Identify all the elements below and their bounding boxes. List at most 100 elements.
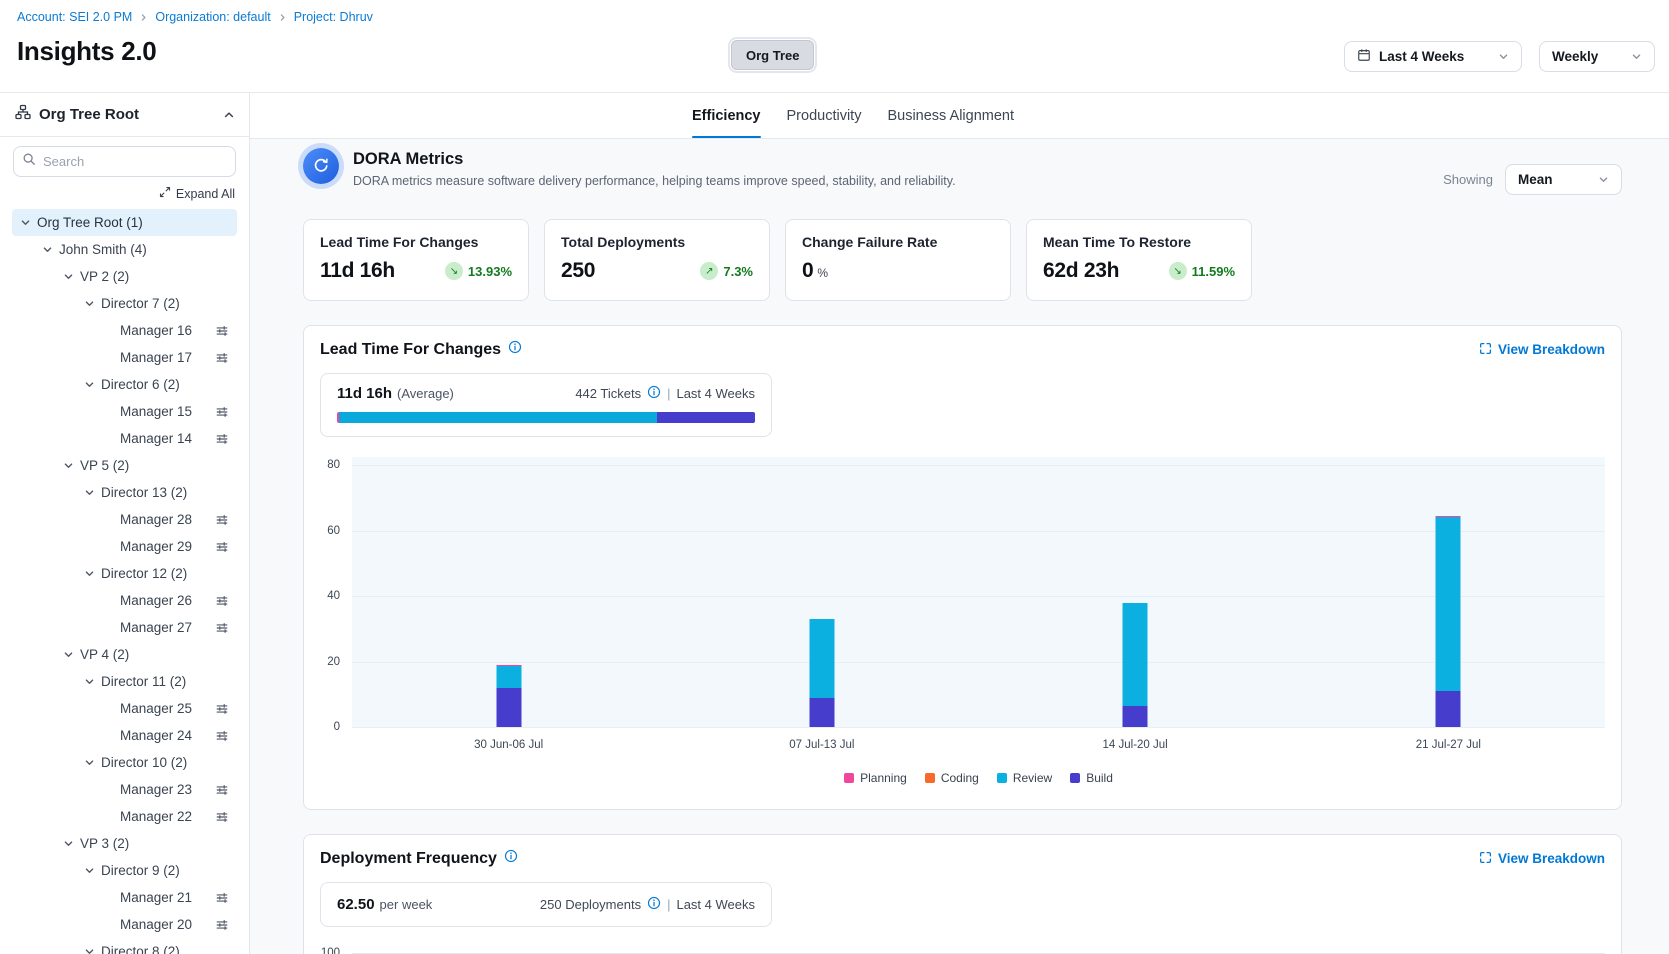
chevron-down-icon[interactable] (84, 568, 95, 579)
sliders-icon[interactable] (215, 918, 229, 932)
info-icon[interactable] (508, 340, 522, 359)
chevron-down-icon[interactable] (20, 217, 31, 228)
chevron-down-icon (1498, 51, 1509, 62)
metric-card-label: Mean Time To Restore (1043, 234, 1235, 250)
collapse-chevron-up-icon[interactable] (223, 109, 235, 121)
tree-item[interactable]: Manager 28 (12, 506, 237, 533)
tree-item[interactable]: Manager 24 (12, 722, 237, 749)
tree-item[interactable]: Manager 14 (12, 425, 237, 452)
expand-all-button[interactable]: Expand All (159, 186, 235, 201)
sliders-icon[interactable] (215, 621, 229, 635)
tree-item[interactable]: Manager 26 (12, 587, 237, 614)
legend-item-build: Build (1070, 771, 1113, 785)
breadcrumb-link[interactable]: Organization: default (155, 10, 270, 24)
tree-item[interactable]: Director 6 (2) (12, 371, 237, 398)
tree-item[interactable]: Manager 27 (12, 614, 237, 641)
legend-swatch (925, 773, 935, 783)
tree-item[interactable]: Manager 22 (12, 803, 237, 830)
tree-item-label: Manager 20 (120, 917, 192, 932)
sliders-icon[interactable] (215, 729, 229, 743)
sliders-icon[interactable] (215, 351, 229, 365)
breadcrumb-link[interactable]: Project: Dhruv (294, 10, 373, 24)
breadcrumb-link[interactable]: Account: SEI 2.0 PM (17, 10, 132, 24)
gridline: 0 (352, 727, 1605, 728)
tree-item[interactable]: VP 3 (2) (12, 830, 237, 857)
chevron-down-icon[interactable] (84, 298, 95, 309)
chevron-down-icon[interactable] (84, 757, 95, 768)
tree-item[interactable]: Director 8 (2) (12, 938, 237, 954)
tree-item[interactable]: VP 5 (2) (12, 452, 237, 479)
chevron-down-icon[interactable] (63, 649, 74, 660)
chevron-down-icon[interactable] (84, 379, 95, 390)
granularity-select[interactable]: Weekly (1539, 41, 1655, 72)
main-panel: Efficiency Productivity Business Alignment… (250, 93, 1669, 954)
sliders-icon[interactable] (215, 405, 229, 419)
deployment-view-breakdown-link[interactable]: View Breakdown (1479, 851, 1605, 867)
trend-badge: ↘13.93% (445, 262, 512, 280)
tree-item[interactable]: Director 10 (2) (12, 749, 237, 776)
tree-item[interactable]: Manager 17 (12, 344, 237, 371)
trend-badge: ↗7.3% (700, 262, 753, 280)
chevron-down-icon[interactable] (84, 676, 95, 687)
tree-item[interactable]: John Smith (4) (12, 236, 237, 263)
tree-item[interactable]: Org Tree Root (1) (12, 209, 237, 236)
chevron-down-icon[interactable] (84, 946, 95, 954)
tree-item[interactable]: VP 2 (2) (12, 263, 237, 290)
sliders-icon[interactable] (215, 432, 229, 446)
sliders-icon[interactable] (215, 783, 229, 797)
search-icon (22, 152, 36, 171)
date-range-select[interactable]: Last 4 Weeks (1344, 41, 1522, 72)
tree-item[interactable]: Director 7 (2) (12, 290, 237, 317)
tab-business-alignment[interactable]: Business Alignment (887, 93, 1014, 138)
tree-item[interactable]: Manager 29 (12, 533, 237, 560)
tree-item[interactable]: Director 11 (2) (12, 668, 237, 695)
metric-card-value: 0 (802, 259, 813, 283)
tree-item[interactable]: VP 4 (2) (12, 641, 237, 668)
tree-item[interactable]: Manager 20 (12, 911, 237, 938)
tree-item[interactable]: Director 9 (2) (12, 857, 237, 884)
chevron-down-icon[interactable] (63, 460, 74, 471)
chevron-down-icon[interactable] (63, 838, 74, 849)
info-icon[interactable] (647, 385, 661, 402)
tree-item-label: VP 4 (2) (80, 647, 129, 662)
sliders-icon[interactable] (215, 594, 229, 608)
dora-subtitle: DORA metrics measure software delivery p… (353, 174, 956, 188)
search-input[interactable] (43, 154, 227, 169)
sliders-icon[interactable] (215, 810, 229, 824)
tree-item[interactable]: Manager 25 (12, 695, 237, 722)
y-axis-tick: 40 (327, 590, 340, 602)
bar-segment-review (809, 619, 834, 698)
lead-time-chart: 020406080 30 Jun-06 Jul07 Jul-13 Jul14 J… (320, 457, 1605, 785)
lead-time-view-breakdown-link[interactable]: View Breakdown (1479, 342, 1605, 358)
metric-card: Lead Time For Changes11d 16h↘13.93% (303, 219, 529, 301)
x-axis-label: 07 Jul-13 Jul (789, 739, 854, 751)
chevron-down-icon[interactable] (42, 244, 53, 255)
sliders-icon[interactable] (215, 324, 229, 338)
info-icon[interactable] (504, 849, 518, 868)
tree-item-label: Manager 21 (120, 890, 192, 905)
chevron-down-icon[interactable] (63, 271, 74, 282)
tree-item[interactable]: Director 12 (2) (12, 560, 237, 587)
sliders-icon[interactable] (215, 513, 229, 527)
tree-item[interactable]: Manager 23 (12, 776, 237, 803)
chevron-down-icon[interactable] (84, 865, 95, 876)
sliders-icon[interactable] (215, 702, 229, 716)
tree-item[interactable]: Manager 16 (12, 317, 237, 344)
tab-productivity[interactable]: Productivity (787, 93, 862, 138)
tree-item[interactable]: Manager 15 (12, 398, 237, 425)
sliders-icon[interactable] (215, 540, 229, 554)
chevron-down-icon[interactable] (84, 487, 95, 498)
sliders-icon[interactable] (215, 891, 229, 905)
metric-card-label: Change Failure Rate (802, 234, 994, 250)
tree-item-label: Manager 27 (120, 620, 192, 635)
tab-efficiency[interactable]: Efficiency (692, 93, 761, 138)
info-icon[interactable] (647, 896, 661, 913)
showing-select[interactable]: Mean (1505, 164, 1622, 195)
metric-card-value: 250 (561, 259, 595, 283)
tree-item[interactable]: Director 13 (2) (12, 479, 237, 506)
x-axis-label: 30 Jun-06 Jul (474, 739, 543, 751)
tree-item[interactable]: Manager 21 (12, 884, 237, 911)
y-axis-tick: 0 (334, 721, 340, 733)
sidebar-header: Org Tree Root (0, 93, 249, 137)
org-tree-toggle-button[interactable]: Org Tree (731, 40, 814, 70)
